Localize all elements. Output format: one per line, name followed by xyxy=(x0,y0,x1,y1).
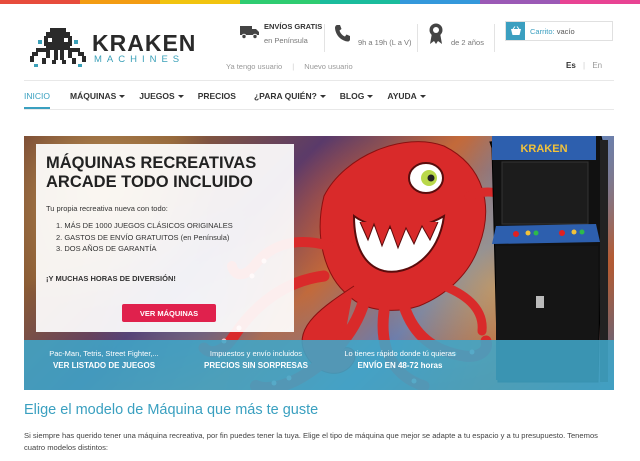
feature-title: PRECIOS SIN SORPRESAS xyxy=(203,361,309,370)
feature-games[interactable]: Pac-Man, Tetris, Street Fighter,... VER … xyxy=(24,348,184,372)
cart-status: Carrito: vacío xyxy=(525,27,575,36)
nav-item-ayuda[interactable]: AYUDA xyxy=(387,91,426,101)
nav-item-blog[interactable]: BLOG xyxy=(340,91,374,101)
caret-down-icon xyxy=(119,94,126,98)
strip-segment xyxy=(0,0,80,4)
nav-divider xyxy=(24,109,614,110)
strip-segment xyxy=(80,0,160,4)
header-divider xyxy=(417,24,418,52)
hero-title-line1: MÁQUINAS RECREATIVAS xyxy=(46,154,257,172)
strip-segment xyxy=(480,0,560,4)
view-machines-button[interactable]: VER MÁQUINAS xyxy=(122,304,216,322)
phone-hours: 9h a 19h (L a V) xyxy=(358,38,412,47)
caret-down-icon xyxy=(419,94,426,98)
medal-icon xyxy=(429,23,443,44)
benefit-item: 1. MÁS DE 1000 JUEGOS CLÁSICOS ORIGINALE… xyxy=(56,221,233,230)
section-heading: Elige el modelo de Máquina que más te gu… xyxy=(24,402,319,418)
logo-wordmark: KRAKEN xyxy=(92,30,197,56)
strip-segment xyxy=(560,0,640,4)
strip-segment xyxy=(320,0,400,4)
cart-value: vacío xyxy=(556,26,575,36)
nav-label: ¿PARA QUIÉN? xyxy=(253,91,317,101)
cabinet-marquee: KRAKEN xyxy=(520,143,567,155)
phone-icon xyxy=(335,25,350,42)
user-links: Ya tengo usuario | Nuevo usuario xyxy=(226,62,361,71)
caret-down-icon xyxy=(319,94,326,98)
hero-banner: KRAKEN Pac-Man, Tetris, Street Fighter,.… xyxy=(24,136,614,390)
language-switcher: Es | En xyxy=(566,61,602,70)
shipping-info: ENVÍOS GRATIS en Península xyxy=(264,22,322,45)
header-divider xyxy=(494,24,495,52)
cart-widget[interactable]: Carrito: vacío xyxy=(505,21,613,41)
lang-en[interactable]: En xyxy=(592,61,602,70)
nav-label: AYUDA xyxy=(387,91,417,101)
strip-segment xyxy=(400,0,480,4)
brand-color-strip xyxy=(0,0,640,4)
hero-lead: Tu propia recreativa nueva con todo: xyxy=(46,204,168,213)
benefit-item: 3. DOS AÑOS DE GARANTÍA xyxy=(56,244,157,253)
nav-item-juegos[interactable]: JUEGOS xyxy=(139,91,184,101)
shopping-basket-icon xyxy=(510,26,521,35)
nav-item-para-quien[interactable]: ¿PARA QUIÉN? xyxy=(254,91,326,101)
feature-title: VER LISTADO DE JUEGOS xyxy=(52,361,156,370)
nav-label: BLOG xyxy=(339,91,365,101)
nav-label: PRECIOS xyxy=(197,91,236,101)
truck-icon xyxy=(240,26,259,39)
nav-item-maquinas[interactable]: MÁQUINAS xyxy=(69,91,126,101)
lang-es[interactable]: Es xyxy=(566,61,576,70)
feature-caption: Impuestos y envío incluidos xyxy=(209,349,303,358)
logo-subtitle: MACHINES xyxy=(94,54,185,65)
main-nav: INICIO MÁQUINAS JUEGOS PRECIOS ¿PARA QUI… xyxy=(24,82,614,110)
warranty-text: de 2 años xyxy=(451,38,484,47)
strip-segment xyxy=(160,0,240,4)
hero-title: MÁQUINAS RECREATIVAS ARCADE TODO INCLUID… xyxy=(46,154,286,192)
nav-item-inicio[interactable]: INICIO xyxy=(24,83,50,109)
caret-down-icon xyxy=(367,94,374,98)
cart-label: Carrito: xyxy=(530,26,555,36)
login-link[interactable]: Ya tengo usuario xyxy=(226,62,282,71)
nav-divider xyxy=(24,80,614,81)
cart-icon-box xyxy=(506,22,525,40)
warranty-info: de 2 años xyxy=(451,38,484,47)
nav-label: JUEGOS xyxy=(139,91,175,101)
caret-down-icon xyxy=(177,94,184,98)
feature-caption: Lo tienes rápido donde tú quieras xyxy=(344,349,456,358)
shipping-subtitle: en Península xyxy=(264,36,308,45)
header-divider xyxy=(324,24,325,52)
nav-label: MÁQUINAS xyxy=(69,91,117,101)
lang-separator: | xyxy=(583,61,586,70)
kraken-pixel-octopus-icon xyxy=(30,28,86,67)
strip-segment xyxy=(240,0,320,4)
nav-item-precios[interactable]: PRECIOS xyxy=(198,91,236,101)
feature-band: Pac-Man, Tetris, Street Fighter,... VER … xyxy=(24,340,614,390)
phone-hours-text: 9h a 19h (L a V) xyxy=(358,38,412,47)
feature-prices[interactable]: Impuestos y envío incluidos PRECIOS SIN … xyxy=(176,348,336,372)
hero-extra: ¡Y MUCHAS HORAS DE DIVERSIÓN! xyxy=(46,274,176,283)
link-separator: | xyxy=(292,62,295,71)
nav-label: INICIO xyxy=(24,91,50,101)
feature-caption: Pac-Man, Tetris, Street Fighter,... xyxy=(49,349,159,358)
feature-title: ENVÍO EN 48-72 horas xyxy=(357,361,443,370)
register-link[interactable]: Nuevo usuario xyxy=(304,62,352,71)
hero-benefits-list: 1. MÁS DE 1000 JUEGOS CLÁSICOS ORIGINALE… xyxy=(56,220,233,255)
hero-title-line2: ARCADE TODO INCLUIDO xyxy=(46,173,253,191)
benefit-item: 2. GASTOS DE ENVÍO GRATUITOS (en Penínsu… xyxy=(56,232,230,242)
section-intro: Si siempre has querido tener una máquina… xyxy=(24,431,598,452)
site-logo[interactable]: KRAKEN MACHINES xyxy=(28,26,198,68)
hero-promo-box: MÁQUINAS RECREATIVAS ARCADE TODO INCLUID… xyxy=(36,144,294,332)
shipping-title: ENVÍOS GRATIS xyxy=(264,22,323,31)
feature-shipping[interactable]: Lo tienes rápido donde tú quieras ENVÍO … xyxy=(320,348,480,372)
